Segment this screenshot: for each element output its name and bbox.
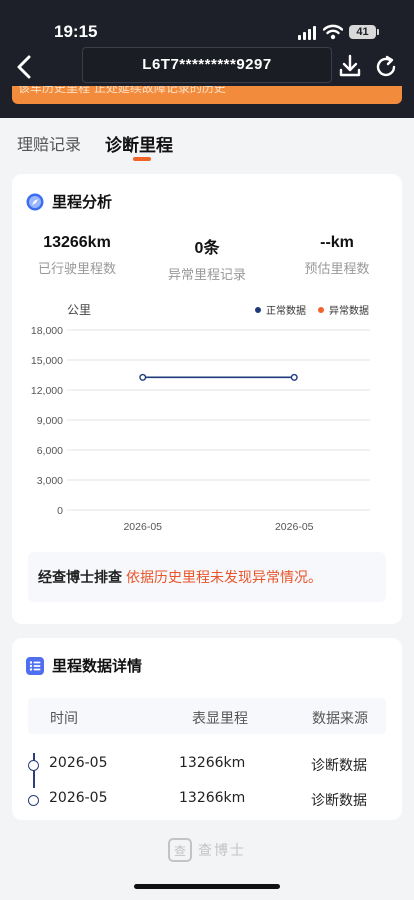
chart-grid (67, 329, 370, 511)
active-tab-indicator (133, 157, 151, 161)
mileage-details-title-text: 里程数据详情 (52, 657, 143, 675)
legend-abnormal-label: 异常数据 (329, 304, 369, 317)
row-source: 诊断数据 (311, 758, 367, 774)
row-mileage: 13266km (179, 755, 246, 771)
timeline-dot (28, 760, 39, 771)
mileage-analysis-title: 里程分析 (26, 191, 112, 212)
y-tick-label: 6,000 (37, 445, 63, 457)
y-tick-label: 12,000 (31, 385, 63, 397)
y-tick-label: 15,000 (31, 355, 63, 367)
diagnosis-text: 依据历史里程未发现异常情况。 (126, 570, 322, 586)
mileage-details-title: 里程数据详情 (26, 655, 142, 676)
y-tick-label: 18,000 (31, 325, 63, 337)
tab-claims[interactable]: 理赔记录 (17, 131, 81, 155)
status-bar: 19:15 41 (0, 0, 414, 44)
mileage-line-chart: 公里 正常数据 异常数据 0 3,000 6,000 9,000 12,000 15,00… (31, 303, 370, 533)
column-header-time: 时间 (50, 711, 78, 727)
timeline-dot (28, 795, 39, 806)
y-axis-ticks: 0 3,000 6,000 9,000 12,000 15,000 18,000 (31, 325, 63, 517)
brand-logo: 查 查博士 (168, 838, 246, 862)
y-axis-label: 公里 (67, 303, 91, 317)
download-icon[interactable] (338, 53, 362, 79)
row-time: 2026-05 (49, 790, 108, 806)
mileage-analysis-card: 里程分析 13266km 已行驶里程数 0条 异常里程记录 --km 预估里程数… (12, 174, 402, 624)
notice-text: 该车历史里程 正处延续故障记录的历史 (18, 86, 226, 95)
stat-estimated-mileage: --km 预估里程数 (272, 234, 402, 277)
brand-logo-mark: 查 (168, 838, 192, 862)
mileage-analysis-title-text: 里程分析 (52, 193, 113, 211)
brand-logo-text: 查博士 (198, 843, 246, 859)
row-mileage: 13266km (179, 790, 246, 806)
y-tick-label: 3,000 (37, 475, 63, 487)
x-axis-ticks: 2026-05 2026-05 (123, 521, 313, 533)
battery-icon: 41 (349, 25, 379, 39)
refresh-icon[interactable] (373, 54, 399, 80)
x-tick-label: 2026-05 (123, 521, 162, 533)
home-indicator[interactable] (134, 884, 280, 889)
diagnosis-result: 经查博士排查 依据历史里程未发现异常情况。 (28, 552, 386, 602)
x-tick-label: 2026-05 (275, 521, 314, 533)
column-header-source: 数据来源 (312, 711, 368, 727)
stat-abnormal-records: 0条 异常里程记录 (142, 234, 272, 283)
stat-driven-mileage: 13266km 已行驶里程数 (12, 234, 142, 277)
stat-value: 0条 (194, 240, 220, 257)
list-icon (26, 656, 44, 675)
data-point[interactable] (139, 373, 147, 381)
tab-mileage[interactable]: 诊断里程 (105, 131, 173, 156)
y-tick-label: 0 (57, 505, 63, 517)
chart-legend: 正常数据 异常数据 (255, 304, 369, 317)
stat-label: 异常里程记录 (167, 268, 246, 283)
legend-abnormal-swatch (318, 307, 324, 313)
table-row: 2026-05 13266km 诊断数据 (12, 785, 402, 815)
stat-value: --km (320, 234, 354, 251)
data-point[interactable] (290, 373, 298, 381)
wifi-icon (322, 24, 344, 44)
y-tick-label: 9,000 (37, 415, 63, 427)
diagnosis-label: 经查博士排查 (38, 570, 122, 586)
table-header: 时间 表显里程 数据来源 (28, 698, 386, 734)
legend-normal-swatch (255, 307, 261, 313)
legend-normal-label: 正常数据 (266, 304, 306, 317)
cellular-signal-icon (298, 26, 316, 40)
row-source: 诊断数据 (311, 793, 367, 809)
chevron-left-icon[interactable] (12, 54, 36, 80)
chart-series (139, 373, 298, 381)
mileage-stats: 13266km 已行驶里程数 0条 异常里程记录 --km 预估里程数 (12, 234, 402, 284)
content-sheet: 理赔记录 诊断里程 里程分析 13266km 已行驶里程数 0条 异常里程记录 (0, 118, 414, 900)
stat-label: 已行驶里程数 (37, 262, 116, 277)
stat-value: 13266km (43, 234, 111, 251)
status-time: 19:15 (54, 22, 98, 41)
app-header: 19:15 41 L6T7*********9297 该车历史里程 正处延续故障… (0, 0, 414, 118)
mileage-details-card: 里程数据详情 时间 表显里程 数据来源 2026-05 13266km 诊断数据… (12, 638, 402, 820)
row-time: 2026-05 (49, 755, 108, 771)
stat-label: 预估里程数 (304, 262, 370, 277)
tab-bar: 理赔记录 诊断里程 (0, 118, 414, 164)
nav-bar: L6T7*********9297 (0, 46, 414, 86)
notice-banner: 该车历史里程 正处延续故障记录的历史 (12, 86, 402, 104)
column-header-mileage: 表显里程 (192, 711, 248, 727)
vin-display: L6T7*********9297 (82, 47, 332, 83)
compass-icon (26, 193, 44, 211)
table-row: 2026-05 13266km 诊断数据 (12, 750, 402, 780)
